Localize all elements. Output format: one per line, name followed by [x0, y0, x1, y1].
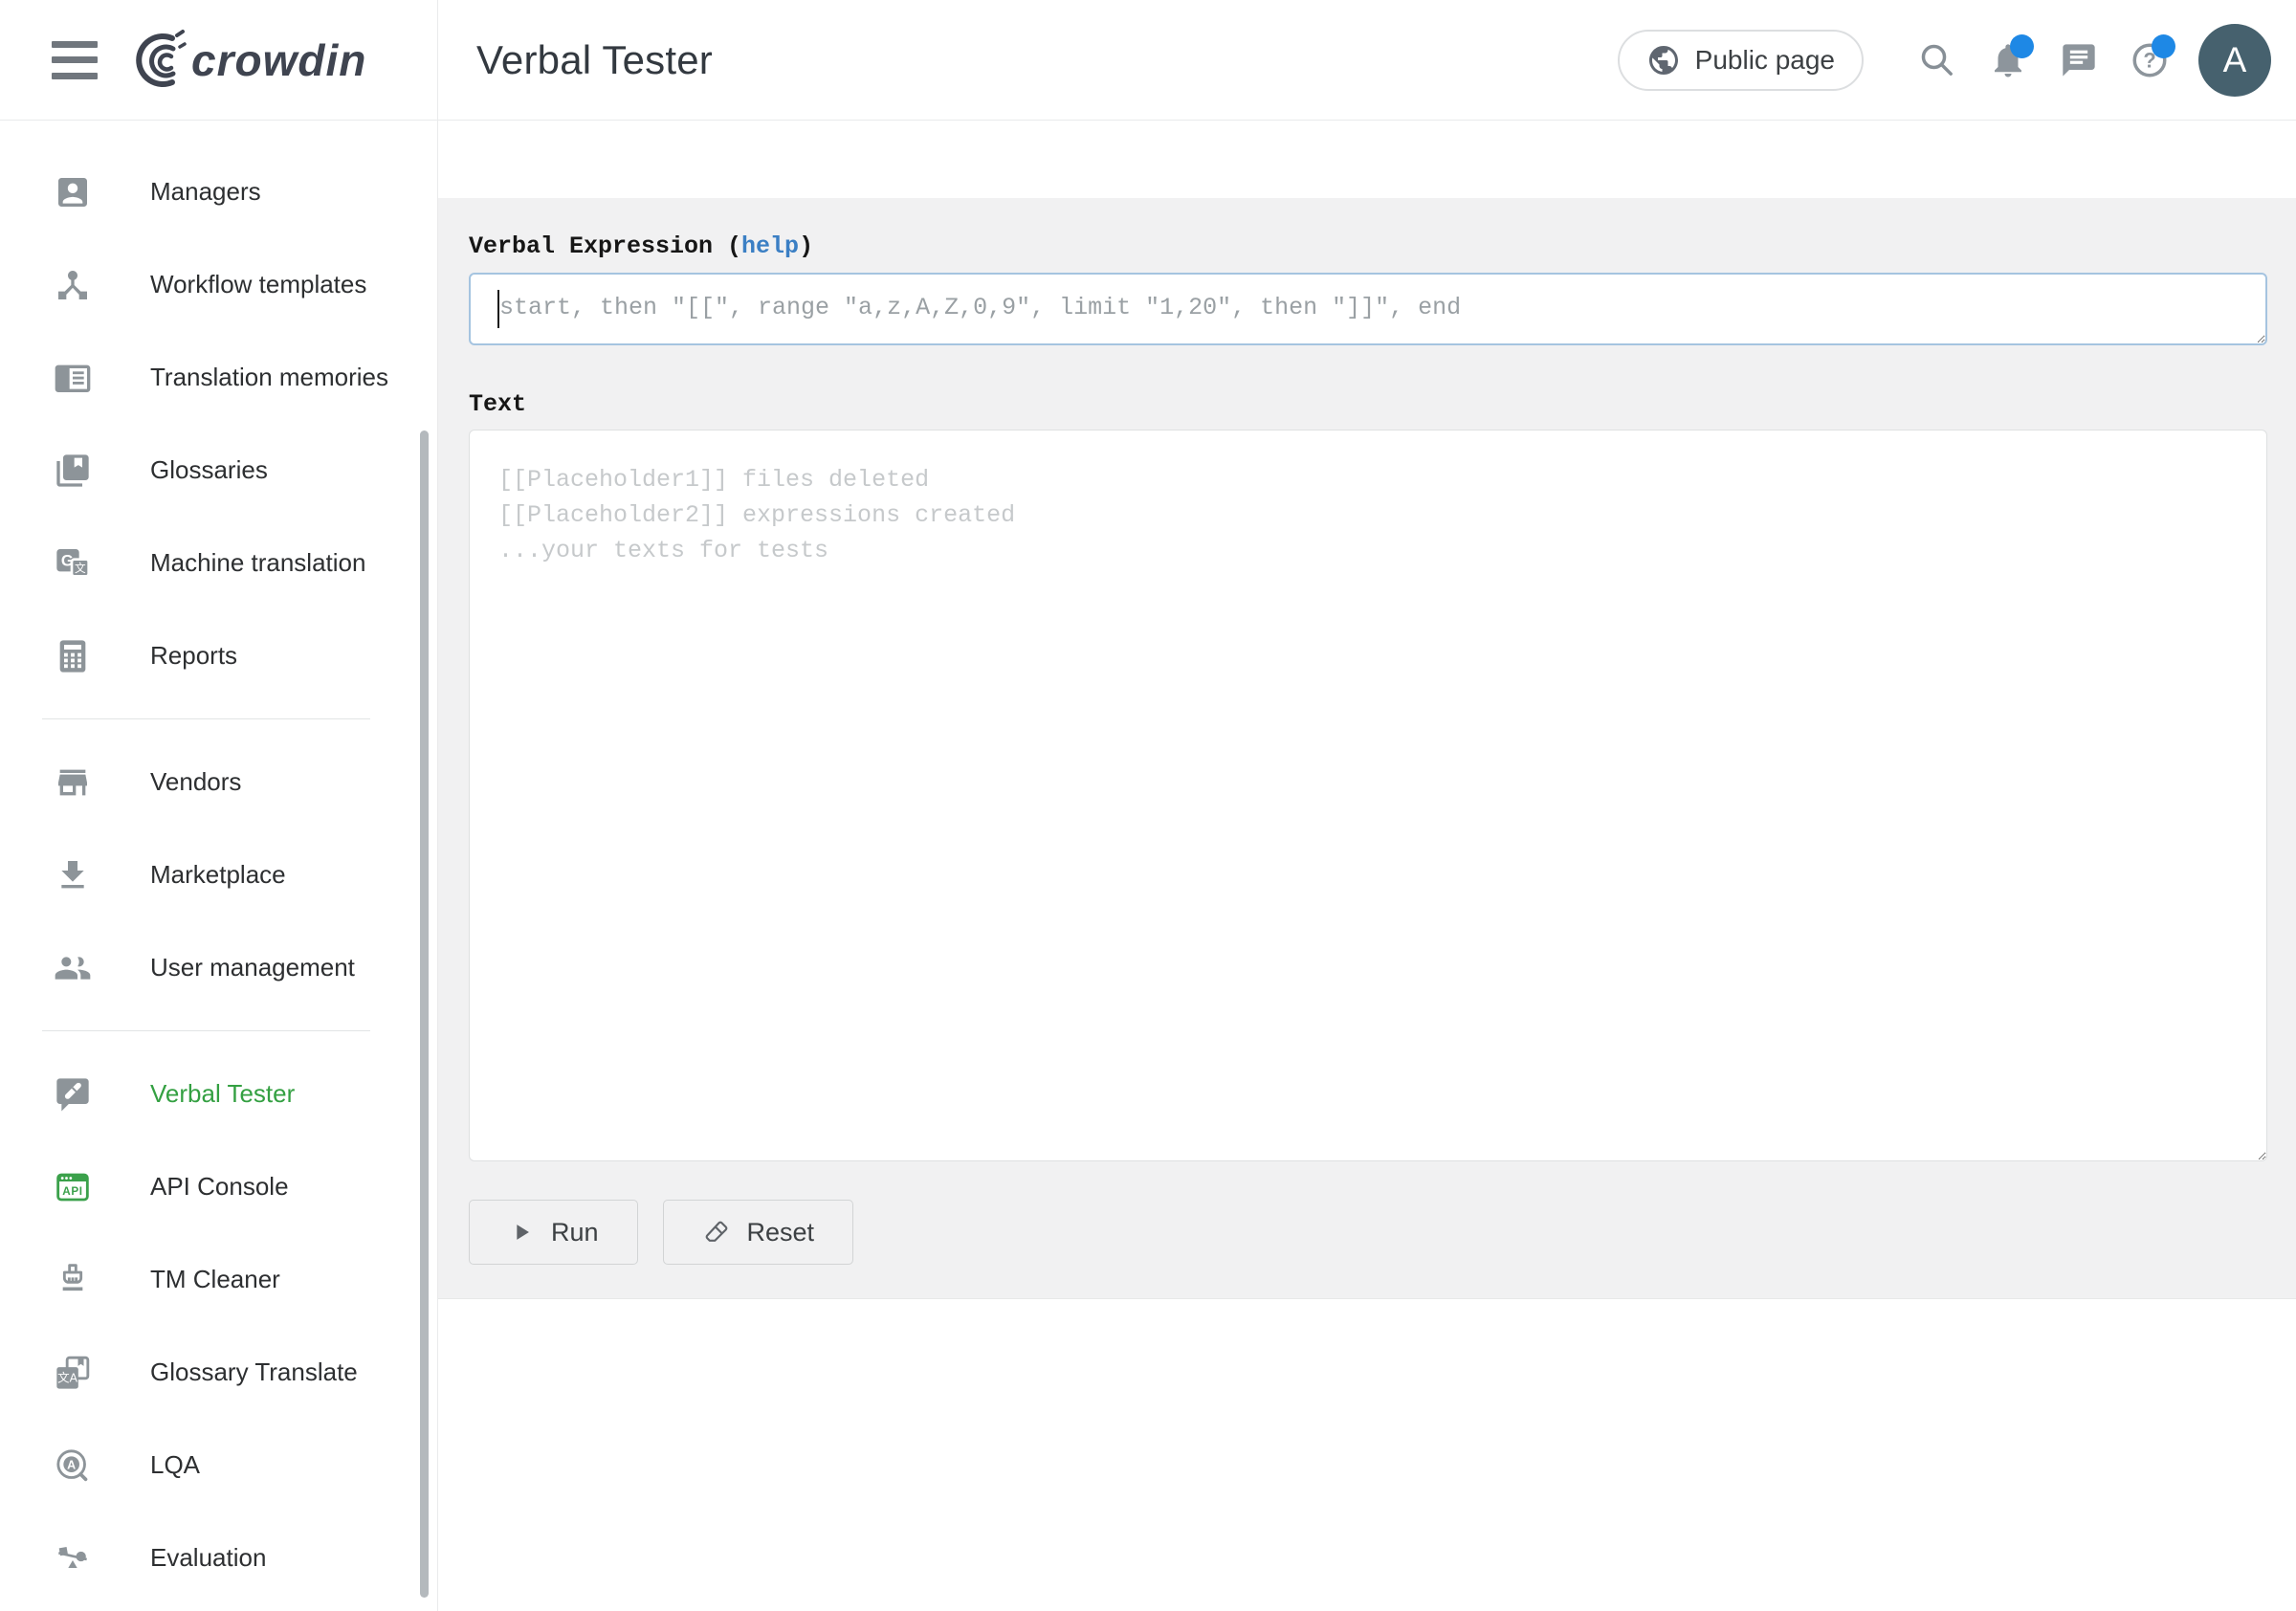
public-page-button[interactable]: Public page — [1618, 30, 1864, 91]
svg-text:文: 文 — [75, 562, 86, 575]
sidebar-item-label: Vendors — [150, 767, 241, 797]
sidebar-item-label: Managers — [150, 177, 261, 207]
sidebar-item-tm-cleaner[interactable]: TM Cleaner — [0, 1233, 437, 1326]
run-button-label: Run — [551, 1218, 599, 1247]
app-body: Managers Workflow templates Translation … — [0, 121, 2296, 1611]
text-caret — [497, 290, 499, 328]
public-page-label: Public page — [1695, 45, 1835, 76]
vendors-icon — [54, 763, 92, 802]
search-button[interactable] — [1910, 27, 1965, 94]
sidebar-item-label: Reports — [150, 641, 237, 671]
sidebar-item-label: API Console — [150, 1172, 289, 1202]
glossaries-icon — [54, 452, 92, 490]
sidebar-item-label: Translation memories — [150, 363, 388, 392]
app-header: crowdin Verbal Tester Public page — [0, 0, 2296, 121]
sidebar-item-lqa[interactable]: A LQA — [0, 1419, 437, 1512]
crowdin-logo[interactable]: crowdin — [124, 26, 411, 95]
run-button[interactable]: Run — [469, 1200, 638, 1265]
sidebar-item-marketplace[interactable]: Marketplace — [0, 828, 437, 921]
text-label: Text — [469, 390, 2267, 418]
hamburger-bar — [52, 56, 98, 63]
sidebar: Managers Workflow templates Translation … — [0, 121, 438, 1611]
api-console-icon: API — [54, 1168, 92, 1206]
sidebar-item-label: TM Cleaner — [150, 1265, 280, 1294]
sidebar-item-glossary-translate[interactable]: 文A Glossary Translate — [0, 1326, 437, 1419]
sidebar-item-label: Glossary Translate — [150, 1357, 358, 1387]
crowdin-logo-graphic: crowdin — [124, 26, 411, 95]
sidebar-scrollbar[interactable] — [420, 430, 429, 1598]
managers-icon — [54, 173, 92, 211]
search-icon — [1917, 40, 1957, 80]
marketplace-icon — [54, 856, 92, 894]
sidebar-item-translation-memories[interactable]: Translation memories — [0, 331, 437, 424]
header-actions: Public page — [1618, 24, 2271, 97]
play-icon — [508, 1219, 535, 1246]
tm-cleaner-icon — [54, 1261, 92, 1299]
avatar[interactable]: A — [2198, 24, 2271, 97]
expression-label-text: Verbal Expression ( — [469, 232, 741, 260]
sidebar-item-label: Evaluation — [150, 1543, 266, 1573]
help-button[interactable]: ? — [2122, 27, 2177, 94]
header-brand-area: crowdin — [0, 0, 438, 120]
machine-translation-icon: G 文 — [54, 544, 92, 583]
glossary-translate-icon: 文A — [54, 1354, 92, 1392]
reset-button-label: Reset — [747, 1218, 815, 1247]
sidebar-item-label: LQA — [150, 1450, 200, 1480]
messages-button[interactable] — [2051, 27, 2107, 94]
sidebar-nav: Managers Workflow templates Translation … — [0, 121, 437, 1604]
reset-button[interactable]: Reset — [663, 1200, 854, 1265]
header-main: Verbal Tester Public page — [438, 0, 2296, 120]
verbal-tester-icon — [54, 1075, 92, 1114]
sidebar-item-label: Glossaries — [150, 455, 268, 485]
notification-dot — [2010, 34, 2034, 58]
svg-text:A: A — [67, 1458, 76, 1471]
sidebar-item-managers[interactable]: Managers — [0, 145, 437, 238]
sidebar-item-evaluation[interactable]: Evaluation — [0, 1512, 437, 1604]
sidebar-item-label: Verbal Tester — [150, 1079, 295, 1109]
evaluation-icon — [54, 1539, 92, 1578]
translation-memories-icon — [54, 359, 92, 397]
reports-icon — [54, 637, 92, 675]
sidebar-item-label: Workflow templates — [150, 270, 366, 299]
help-link[interactable]: help — [741, 232, 799, 260]
sidebar-item-vendors[interactable]: Vendors — [0, 736, 437, 828]
button-row: Run Reset — [469, 1200, 2267, 1265]
svg-text:API: API — [62, 1184, 82, 1197]
sidebar-item-reports[interactable]: Reports — [0, 609, 437, 702]
sidebar-item-label: Machine translation — [150, 548, 365, 578]
lqa-icon: A — [54, 1446, 92, 1485]
chat-icon — [2060, 41, 2098, 79]
expression-input[interactable] — [469, 273, 2267, 345]
sidebar-item-label: Marketplace — [150, 860, 286, 890]
svg-text:文A: 文A — [57, 1370, 78, 1384]
text-input[interactable] — [469, 430, 2267, 1161]
sidebar-item-api-console[interactable]: API API Console — [0, 1140, 437, 1233]
hamburger-menu-icon[interactable] — [52, 41, 98, 79]
expression-input-wrap — [469, 273, 2267, 350]
hamburger-bar — [52, 73, 98, 79]
sidebar-item-glossaries[interactable]: Glossaries — [0, 424, 437, 517]
verbal-tester-panel: Verbal Expression (help) Text Run — [438, 198, 2296, 1299]
help-dot — [2152, 34, 2175, 58]
main-content: Verbal Expression (help) Text Run — [438, 121, 2296, 1611]
hamburger-bar — [52, 41, 98, 48]
sidebar-item-verbal-tester[interactable]: Verbal Tester — [0, 1048, 437, 1140]
sidebar-divider — [42, 1030, 370, 1031]
notifications-button[interactable] — [1980, 27, 2036, 94]
expression-label: Verbal Expression (help) — [469, 232, 2267, 260]
sidebar-item-label: User management — [150, 953, 355, 982]
user-management-icon — [54, 949, 92, 987]
sidebar-item-machine-translation[interactable]: G 文 Machine translation — [0, 517, 437, 609]
expression-label-close: ) — [799, 232, 813, 260]
workflow-templates-icon — [54, 266, 92, 304]
page-title: Verbal Tester — [476, 37, 713, 83]
sidebar-item-user-management[interactable]: User management — [0, 921, 437, 1014]
sidebar-item-workflow-templates[interactable]: Workflow templates — [0, 238, 437, 331]
eraser-icon — [702, 1218, 731, 1247]
globe-icon — [1646, 43, 1681, 77]
crowdin-logo-text: crowdin — [191, 35, 366, 85]
sidebar-divider — [42, 718, 370, 719]
